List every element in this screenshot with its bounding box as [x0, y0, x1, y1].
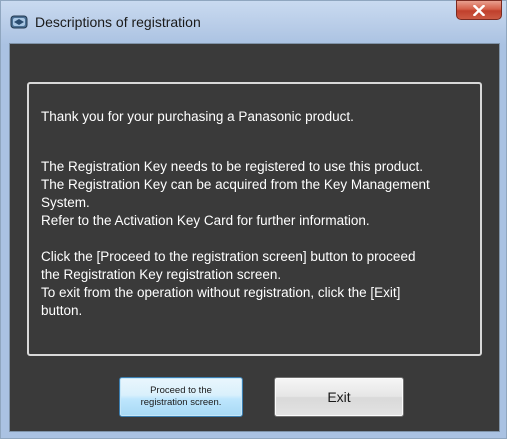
proceed-button-label: Proceed to the registration screen. — [141, 385, 222, 409]
description-line: System. — [41, 195, 90, 210]
proceed-label-line2: registration screen. — [140, 397, 222, 408]
exit-button-label: Exit — [327, 389, 351, 405]
close-button[interactable] — [456, 0, 502, 20]
description-line: The Registration Key can be acquired fro… — [41, 177, 430, 192]
description-line: Refer to the Activation Key Card for fur… — [41, 213, 370, 228]
thanks-text: Thank you for your purchasing a Panasoni… — [41, 109, 354, 124]
description-box: Thank you for your purchasing a Panasoni… — [27, 82, 482, 356]
description-line: The Registration Key needs to be registe… — [41, 159, 423, 174]
title-bar[interactable]: Descriptions of registration — [1, 0, 506, 43]
description-line: Click the [Proceed to the registration s… — [41, 249, 416, 264]
registration-dialog: Descriptions of registration Thank you f… — [0, 0, 507, 439]
proceed-to-registration-button[interactable]: Proceed to the registration screen. — [119, 377, 243, 417]
window-title: Descriptions of registration — [35, 14, 201, 30]
dialog-content-area: Thank you for your purchasing a Panasoni… — [9, 43, 500, 432]
exit-button[interactable]: Exit — [274, 377, 404, 417]
description-line: button. — [41, 303, 83, 318]
description-line: To exit from the operation without regis… — [41, 285, 401, 300]
registration-window-icon — [10, 13, 28, 31]
proceed-label-line1: Proceed to the — [150, 385, 212, 396]
description-line: the Registration Key registration screen… — [41, 267, 282, 282]
close-icon — [473, 4, 485, 16]
